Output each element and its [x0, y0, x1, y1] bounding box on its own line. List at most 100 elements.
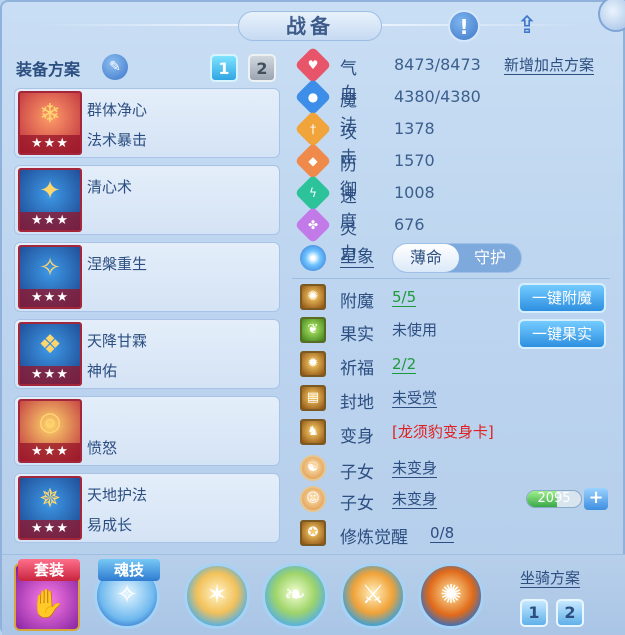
feature-label: 子女: [340, 494, 374, 514]
title-ornament-left: [38, 24, 238, 26]
close-icon[interactable]: [598, 0, 625, 32]
feature-value: 未使用: [392, 321, 438, 339]
golden-ring-icon: ◎ ★★★: [18, 399, 82, 463]
slot-skill-2: 神佑: [87, 362, 118, 380]
shield-icon: ◆: [294, 142, 332, 180]
equipment-slot-3[interactable]: ✧ ★★★ 涅槃重生: [14, 242, 280, 312]
equipment-slot-6[interactable]: ✵ ★★★ 天地护法 易成长: [14, 473, 280, 543]
feature-label: 果实: [340, 325, 374, 345]
star-sign-row: 星象 薄命 守护: [300, 243, 540, 273]
equipment-slot-1[interactable]: ❄ ★★★ 群体净心 法术暴击: [14, 88, 280, 158]
mount-scheme-1-button[interactable]: 1: [520, 599, 548, 627]
one-click-enchant-button[interactable]: 一键附魔: [518, 283, 606, 313]
star-sign-label[interactable]: 星象: [340, 247, 374, 268]
ice-spear-icon: ❄ ★★★: [18, 91, 82, 155]
fief-icon: ▤: [300, 385, 326, 411]
feature-value[interactable]: 2/2: [392, 355, 417, 374]
flame-wings-icon: ✦ ★★★: [18, 168, 82, 232]
mount-scheme-label[interactable]: 坐骑方案: [520, 569, 581, 588]
feature-value[interactable]: 5/5: [392, 288, 417, 307]
child-exp-bar: 2095: [526, 490, 582, 508]
title-ornament-right: [382, 24, 582, 26]
mount-scheme-2-button[interactable]: 2: [556, 599, 584, 627]
star-rating: ★★★: [20, 289, 80, 307]
plus-icon[interactable]: +: [584, 488, 608, 510]
section-divider: [292, 278, 610, 279]
feature-value[interactable]: 未变身: [392, 490, 438, 509]
equipment-panel: 战备 ! ⇪ 装备方案 ✎ 1 2 ❄ ★★★ 群体净心 法术暴击 ✦ ★★★ …: [0, 0, 625, 635]
suit-label: 套装: [18, 559, 80, 581]
feature-value[interactable]: 未变身: [392, 459, 438, 478]
slot-skill-1: 群体净心: [87, 101, 148, 119]
stat-value: 1008: [394, 183, 435, 202]
stat-value: 4380/4380: [394, 87, 481, 106]
child-icon: ☯: [300, 455, 326, 481]
soul-skill-label: 魂技: [98, 559, 160, 581]
spirit-icon: ✤: [294, 206, 332, 244]
slot-skill-2: 愤怒: [87, 439, 118, 457]
feature-row-cultivate: ✪ 修炼觉醒 0/8: [300, 520, 620, 548]
stat-value: 1570: [394, 151, 435, 170]
star-sign-option-2[interactable]: 守护: [457, 244, 523, 272]
feature-row-blessing: ✹ 祈福 2/2: [300, 351, 620, 379]
enchant-icon: ✺: [300, 284, 326, 310]
star-sign-icon: [300, 245, 326, 271]
equipment-scheme-header: 装备方案 ✎ 1 2: [14, 54, 286, 82]
fire-burst-icon[interactable]: ✺: [418, 563, 484, 629]
slot-skill-1: 天降甘霖: [87, 332, 148, 350]
one-click-fruit-button[interactable]: 一键果实: [518, 319, 606, 349]
feature-value[interactable]: 未受赏: [392, 389, 438, 408]
transform-icon: ♞: [300, 419, 326, 445]
feature-value[interactable]: 0/8: [430, 524, 455, 543]
title-bar: 战备 ! ⇪: [2, 0, 625, 48]
sword-arc-icon[interactable]: ⚔: [340, 563, 406, 629]
heart-icon: ♥: [294, 46, 332, 84]
add-point-scheme-link[interactable]: 新增加点方案: [504, 56, 595, 75]
blessing-icon: ✹: [300, 351, 326, 377]
stat-value: 1378: [394, 119, 435, 138]
star-rating: ★★★: [20, 443, 80, 461]
page-title: 战备: [238, 11, 382, 41]
star-rating: ★★★: [20, 366, 80, 384]
slot-skill-2: 法术暴击: [87, 131, 148, 149]
sword-icon: †: [294, 110, 332, 148]
cultivate-icon: ✪: [300, 520, 326, 546]
feature-value[interactable]: [龙须豹变身卡]: [392, 423, 494, 441]
star-rating: ★★★: [20, 135, 80, 153]
share-icon[interactable]: ⇪: [508, 10, 546, 42]
feature-label: 祈福: [340, 359, 374, 379]
guardian-icon: ✵ ★★★: [18, 476, 82, 540]
feature-row-fief: ▤ 封地 未受赏: [300, 385, 620, 413]
equipment-slot-5[interactable]: ◎ ★★★ 愤怒: [14, 396, 280, 466]
star-sign-toggle[interactable]: 薄命 守护: [392, 243, 522, 273]
child-icon: ☺: [300, 486, 326, 512]
slot-skill-1: 天地护法: [87, 486, 148, 504]
equipment-slot-4[interactable]: ❖ ★★★ 天降甘霖 神佑: [14, 319, 280, 389]
child-exp-value: 2095: [537, 491, 571, 506]
star-sign-option-1[interactable]: 薄命: [393, 244, 459, 272]
scheme-1-button[interactable]: 1: [210, 54, 238, 82]
stat-value: 676: [394, 215, 425, 234]
feature-label: 变身: [340, 427, 374, 447]
slot-skill-1: 涅槃重生: [87, 255, 148, 273]
feature-label: 附魔: [340, 292, 374, 312]
pen-icon[interactable]: ✎: [102, 54, 128, 80]
phoenix-icon: ✧ ★★★: [18, 245, 82, 309]
dancer-icon[interactable]: ✶: [184, 563, 250, 629]
wind-leaf-icon[interactable]: ❧: [262, 563, 328, 629]
slot-skill-1: 清心术: [87, 178, 133, 196]
feature-row-transform: ♞ 变身 [龙须豹变身卡]: [300, 419, 620, 447]
scheme-2-button[interactable]: 2: [248, 54, 276, 82]
feature-label: 子女: [340, 463, 374, 483]
blue-spirit-icon: ❖ ★★★: [18, 322, 82, 386]
star-rating: ★★★: [20, 520, 80, 538]
feature-label: 修炼觉醒: [340, 528, 408, 548]
fruit-icon: ❦: [300, 317, 326, 343]
info-icon[interactable]: !: [448, 10, 480, 42]
speed-icon: ϟ: [294, 174, 332, 212]
feature-label: 封地: [340, 393, 374, 413]
bottom-bar: ✋ 套装 ✧ 魂技 ✶ ❧ ⚔ ✺ 坐骑方案 1 2: [2, 554, 625, 635]
equipment-slot-2[interactable]: ✦ ★★★ 清心术: [14, 165, 280, 235]
mana-icon: ●: [294, 78, 332, 116]
star-rating: ★★★: [20, 212, 80, 230]
